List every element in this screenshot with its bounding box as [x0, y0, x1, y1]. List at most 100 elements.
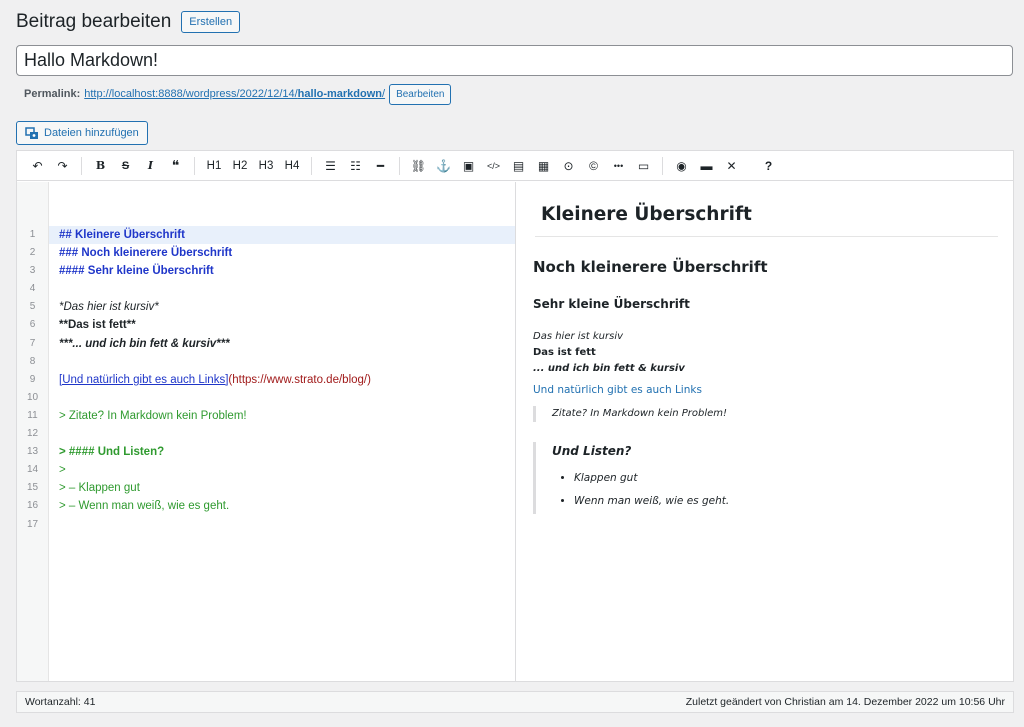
card-icon[interactable]: ▭	[631, 154, 656, 178]
clock-icon[interactable]: ⊙	[556, 154, 581, 178]
side-by-side-icon[interactable]: ▬	[694, 154, 719, 178]
code-line: > #### Und Listen?	[49, 443, 515, 461]
permalink-edit-button[interactable]: Bearbeiten	[389, 83, 452, 105]
preview-heading-2: Kleinere Überschrift	[541, 204, 752, 225]
line-number: 7	[29, 337, 36, 349]
code-quote-heading: > #### Und Listen?	[59, 446, 165, 459]
code-line: *Das hier ist kursiv*	[49, 298, 515, 316]
line-number: 14	[26, 464, 39, 476]
line-number: 9	[29, 373, 36, 385]
permalink-link[interactable]: http://localhost:8888/wordpress/2022/12/…	[84, 88, 385, 100]
markdown-source-pane[interactable]: 1 2 3 4 5 6 7 8 9 10 11 12 13 14 15 16 17 ## Kleinere Üb…	[17, 182, 516, 681]
link-icon[interactable]: ⛓	[406, 154, 431, 178]
horizontal-rule-icon[interactable]: ━	[368, 154, 393, 178]
help-icon[interactable]: ?	[756, 154, 781, 178]
create-button[interactable]: Erstellen	[181, 11, 241, 33]
toolbar-divider	[311, 156, 312, 175]
preview-link[interactable]: Und natürlich gibt es auch Links	[533, 384, 702, 396]
line-number: 13	[26, 446, 39, 458]
post-title-input[interactable]: Hallo Markdown!	[16, 45, 1013, 76]
code-line: **Das ist fett**	[49, 316, 515, 334]
unordered-list-icon[interactable]: ☰	[318, 154, 343, 178]
bold-icon[interactable]: B	[88, 154, 113, 178]
line-number-gutter: 1 2 3 4 5 6 7 8 9 10 11 12 13 14 15 16 17	[17, 182, 49, 681]
fullscreen-icon[interactable]: ✕	[719, 154, 744, 178]
preview-bold-text: Das ist fett	[533, 347, 596, 358]
code-heading-4: #### Sehr kleine Überschrift	[59, 265, 214, 278]
code-quote: > Zitate? In Markdown kein Problem!	[59, 409, 247, 422]
line-number: 16	[26, 500, 39, 512]
preview-list: Klappen gut Wenn man weiß, wie es geht.	[552, 472, 833, 518]
redo-icon[interactable]: ↷	[50, 154, 75, 178]
line-number: 11	[27, 409, 38, 421]
code-line: ## Kleinere Überschrift	[49, 226, 515, 245]
preview-blockquote-heading: Und Listen?	[552, 444, 632, 458]
code-icon[interactable]: </>	[481, 154, 506, 178]
editor-toolbar: ↶ ↷ B S I ❝ H1 H2 H3 H4 ☰ ☷ ━ ⛓ ⚓ ▣ </> …	[17, 151, 1013, 181]
line-number: 1	[29, 229, 36, 240]
preview-blockquote-list: Und Listen? Klappen gut Wenn man weiß, w…	[533, 442, 833, 514]
italic-icon[interactable]: I	[138, 154, 163, 178]
preview-heading-4: Sehr kleine Überschrift	[533, 297, 690, 311]
editor-status-bar: Wortanzahl: 41 Zuletzt geändert von Chri…	[16, 691, 1014, 713]
preview-paragraph: Das hier ist kursiv Das ist fett ... und…	[533, 329, 685, 377]
strikethrough-icon[interactable]: S	[113, 154, 138, 178]
line-number: 4	[29, 283, 36, 295]
code-heading-2: ## Kleinere Überschrift	[59, 229, 185, 241]
page-title: Beitrag bearbeiten	[16, 11, 172, 32]
preview-list-item: Wenn man weiß, wie es geht.	[574, 495, 833, 518]
preview-italic-text: Das hier ist kursiv	[533, 331, 624, 342]
code-quote-list-item: > – Klappen gut	[59, 482, 140, 495]
anchor-icon[interactable]: ⚓	[431, 154, 456, 178]
file-icon[interactable]: ▤	[506, 154, 531, 178]
line-number: 8	[29, 355, 36, 367]
quote-icon[interactable]: ❝	[163, 154, 188, 178]
toolbar-divider	[194, 156, 195, 175]
code-quote-list-item: > – Wenn man weiß, wie es geht.	[59, 500, 230, 513]
preview-pane: Kleinere Überschrift Noch kleinerere Übe…	[517, 182, 1013, 681]
code-heading-3: ### Noch kleinerere Überschrift	[59, 247, 233, 260]
preview-toggle-icon[interactable]: ◉	[669, 154, 694, 178]
line-number: 2	[29, 247, 36, 259]
last-edited: Zuletzt geändert von Christian am 14. De…	[685, 696, 1005, 708]
code-bold-italic: ***... und ich bin fett & kursiv***	[59, 337, 230, 350]
line-number: 10	[26, 391, 39, 403]
code-line: > – Klappen gut	[49, 479, 515, 497]
code-line: > Zitate? In Markdown kein Problem!	[49, 407, 515, 425]
line-number: 15	[26, 482, 39, 494]
ordered-list-icon[interactable]: ☷	[343, 154, 368, 178]
permalink-label: Permalink:	[24, 88, 81, 100]
preview-list-item: Klappen gut	[574, 472, 833, 495]
heading4-icon[interactable]: H4	[279, 154, 305, 178]
more-icon[interactable]: •••	[606, 154, 631, 178]
code-line: > – Wenn man weiß, wie es geht.	[49, 497, 515, 515]
toolbar-divider	[81, 156, 82, 175]
preview-heading-rule	[535, 236, 998, 237]
code-quote-empty: >	[59, 464, 66, 477]
markdown-code[interactable]: ## Kleinere Überschrift ### Noch kleiner…	[49, 182, 515, 681]
image-icon[interactable]: ▣	[456, 154, 481, 178]
header: Beitrag bearbeiten Erstellen	[16, 10, 241, 34]
permalink: Permalink: http://localhost:8888/wordpre…	[24, 83, 452, 105]
table-icon[interactable]: ▦	[531, 154, 556, 178]
code-line: ### Noch kleinerere Überschrift	[49, 244, 515, 262]
copyright-icon[interactable]: ©	[581, 154, 606, 178]
toolbar-divider	[662, 156, 663, 175]
code-line: [Und natürlich gibt es auch Links](https…	[49, 371, 515, 389]
code-link-text: [Und natürlich gibt es auch Links]	[59, 373, 229, 386]
heading3-icon[interactable]: H3	[253, 154, 279, 178]
preview-heading-3: Noch kleinerere Überschrift	[533, 258, 768, 276]
add-media-button[interactable]: Dateien hinzufügen	[16, 121, 148, 145]
line-number: 6	[29, 319, 36, 331]
heading1-icon[interactable]: H1	[201, 154, 227, 178]
line-number: 17	[26, 518, 39, 530]
markdown-editor: ↶ ↷ B S I ❝ H1 H2 H3 H4 ☰ ☷ ━ ⛓ ⚓ ▣ </> …	[16, 150, 1014, 682]
code-line: #### Sehr kleine Überschrift	[49, 262, 515, 280]
heading2-icon[interactable]: H2	[227, 154, 253, 178]
undo-icon[interactable]: ↶	[25, 154, 50, 178]
code-link-url: (https://www.strato.de/blog/)	[228, 373, 371, 386]
